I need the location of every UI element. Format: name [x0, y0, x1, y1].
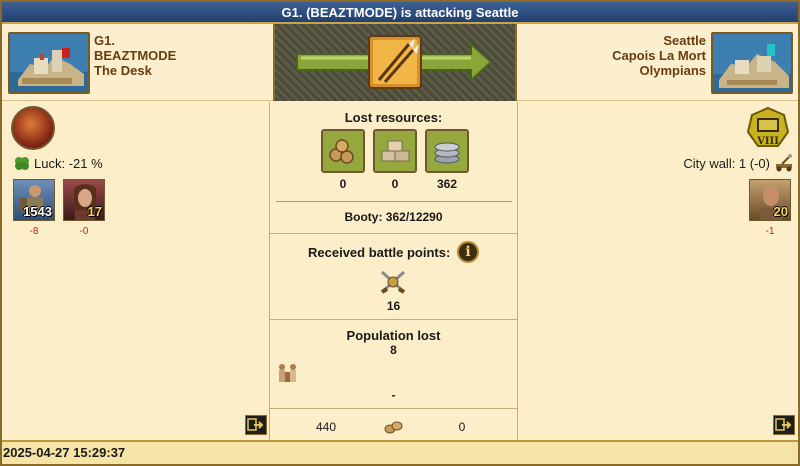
- attacker-city-thumbnail[interactable]: [8, 32, 90, 94]
- crossed-swords-icon: [380, 270, 406, 294]
- booty-label: Booty: 362/12290: [344, 210, 443, 224]
- population-section: Population lost 8 -: [270, 320, 517, 409]
- city-wall-emblem-icon[interactable]: VIII: [746, 106, 790, 150]
- battle-points-value: 16: [386, 299, 401, 313]
- defender-info: Seattle Capois La Mort Olympians: [612, 33, 706, 78]
- attacker-navigate-button[interactable]: [245, 415, 267, 435]
- defender-unit-militia[interactable]: 20: [749, 179, 791, 221]
- lost-resources-title: Lost resources:: [344, 110, 443, 125]
- defender-player-name[interactable]: Capois La Mort: [612, 48, 706, 63]
- defender-alliance-name[interactable]: Olympians: [612, 63, 706, 78]
- attacker-god-icon[interactable]: [11, 106, 55, 150]
- clover-icon: [15, 157, 29, 170]
- defender-city-thumbnail[interactable]: [711, 32, 793, 94]
- population-value: 8: [390, 343, 397, 357]
- lost-resources-section: Lost resources: 0 0 362 Booty: 362/12290: [270, 102, 517, 234]
- attacker-unit-swordsman[interactable]: 1543: [13, 179, 55, 221]
- attacker-city-name[interactable]: G1.: [94, 33, 176, 48]
- unit-count: 20: [773, 204, 788, 219]
- wood-value: 0: [339, 177, 347, 191]
- wood-icon: [321, 129, 365, 173]
- stone-icon: [373, 129, 417, 173]
- population-dash: -: [391, 388, 396, 402]
- info-icon[interactable]: i: [457, 241, 479, 263]
- window-title: G1. (BEAZTMODE) is attacking Seattle: [2, 2, 798, 24]
- attacker-unit-hero[interactable]: 17: [63, 179, 105, 221]
- attacker-player-name[interactable]: BEAZTMODE: [94, 48, 176, 63]
- attack-banner: [273, 24, 517, 101]
- population-icon: [279, 364, 296, 382]
- attacker-info: G1. BEAZTMODE The Desk: [94, 33, 176, 78]
- attacker-column: Luck: -21 % 1543 -8 17 -0: [2, 102, 269, 440]
- report-body: Luck: -21 % 1543 -8 17 -0 Lost resources…: [2, 102, 798, 440]
- wall-level-label: VIII: [756, 136, 779, 147]
- report-header: G1. BEAZTMODE The Desk Seattle Capois La…: [2, 24, 798, 101]
- unit-loss: -8: [29, 226, 39, 237]
- battle-points-section: Received battle points: i 16: [270, 234, 517, 320]
- attack-arrow-icon: [296, 35, 493, 89]
- unit-loss: -1: [765, 226, 775, 237]
- city-wall-label: City wall: 1 (-0): [683, 155, 770, 171]
- unit-loss: -0: [79, 226, 89, 237]
- unit-count: 17: [87, 204, 102, 219]
- jump-arrow-icon: [247, 418, 264, 431]
- defender-navigate-button[interactable]: [773, 415, 795, 435]
- stone-value: 0: [391, 177, 399, 191]
- battle-points-title: Received battle points:: [308, 245, 451, 260]
- silver-value: 362: [436, 177, 458, 191]
- battle-results-column: Lost resources: 0 0 362 Booty: 362/12290…: [269, 102, 518, 440]
- unit-count: 1543: [23, 204, 52, 219]
- summary-right-value: 0: [458, 420, 466, 434]
- defender-column: VIII City wall: 1 (-0) 20 -1: [518, 102, 798, 440]
- summary-left-value: 440: [315, 420, 337, 434]
- summary-section: 440 0: [270, 409, 517, 440]
- population-title: Population lost: [346, 328, 441, 343]
- silver-icon: [425, 129, 469, 173]
- wood-small-icon: [384, 421, 403, 434]
- section-divider: [276, 201, 512, 202]
- battle-report-window: G1. (BEAZTMODE) is attacking Seattle G1.…: [0, 0, 800, 466]
- luck-label: Luck: -21 %: [34, 156, 103, 171]
- city-wall-indicator: City wall: 1 (-0): [683, 154, 794, 172]
- jump-arrow-icon: [775, 418, 792, 431]
- attacker-alliance-name[interactable]: The Desk: [94, 63, 176, 78]
- catapult-icon: [776, 154, 792, 172]
- report-timestamp: 2025-04-27 15:29:37: [2, 440, 798, 464]
- defender-city-name[interactable]: Seattle: [612, 33, 706, 48]
- luck-indicator: Luck: -21 %: [14, 156, 103, 171]
